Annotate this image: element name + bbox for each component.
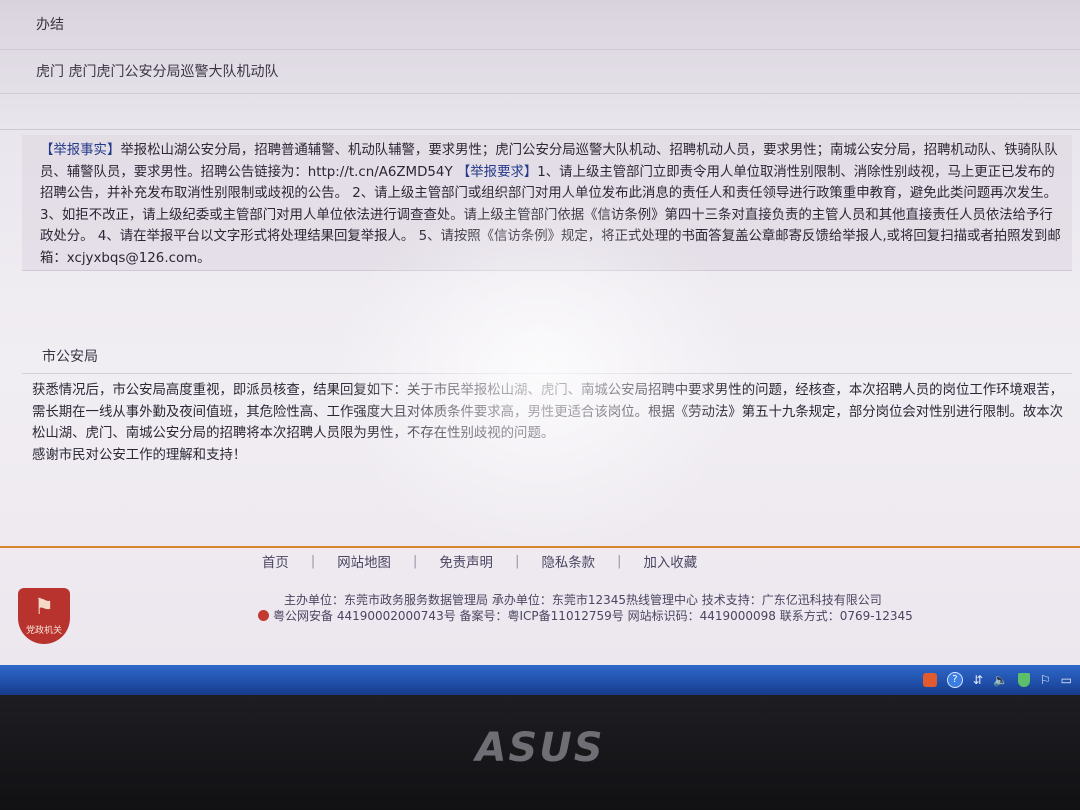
footer-info-sponsor: 主办单位：东莞市政务服务数据管理局 承办单位：东莞市12345热线管理中心 技术… — [284, 593, 882, 607]
laptop-brand-logo: ASUS — [475, 725, 605, 771]
volume-icon[interactable]: 🔈 — [993, 673, 1008, 687]
reply-thanks: 感谢市民对公安工作的理解和支持！ — [32, 447, 247, 463]
department-row: 虎门 虎门虎门公安分局巡警大队机动队 — [0, 50, 1080, 94]
windows-taskbar: ? ⇵ 🔈 ⚐ ▭ — [0, 665, 1080, 695]
system-tray: ? ⇵ 🔈 ⚐ ▭ — [922, 665, 1072, 695]
footer-link-favorite[interactable]: 加入收藏 — [622, 551, 720, 571]
flag-icon[interactable]: ⚐ — [1040, 673, 1051, 687]
network-icon[interactable]: ⇵ — [973, 673, 983, 687]
battery-icon[interactable]: ▭ — [1061, 673, 1072, 687]
report-facts-tag: 【举报事实】 — [40, 143, 121, 158]
footer-link-home[interactable]: 首页 — [240, 551, 311, 571]
footer-link-disclaimer[interactable]: 免责声明 — [417, 551, 515, 571]
footer-info: 主办单位：东莞市政务服务数据管理局 承办单位：东莞市12345热线管理中心 技术… — [258, 592, 978, 624]
department-text: 虎门 虎门虎门公安分局巡警大队机动队 — [36, 64, 279, 80]
emblem-glyph: ⚑ — [34, 595, 54, 620]
report-requests-tag: 【举报要求】 — [456, 164, 538, 180]
footer-link-privacy[interactable]: 隐私条款 — [519, 551, 617, 571]
security-shield-icon[interactable] — [1017, 673, 1030, 687]
handling-unit-text: 办结 — [36, 17, 64, 33]
report-content: 【举报事实】举报松山湖公安分局，招聘普通辅警、机动队辅警，要求男性；虎门公安分局… — [22, 135, 1072, 271]
blank-row — [0, 94, 1080, 130]
reply-content: 获悉情况后，市公安局高度重视，即派员核查，结果回复如下：关于市民举报松山湖、虎门… — [22, 378, 1072, 466]
footer-link-sitemap[interactable]: 网站地图 — [315, 551, 413, 571]
reply-department: 市公安局 — [22, 340, 1072, 374]
reply-text: 获悉情况后，市公安局高度重视，即派员核查，结果回复如下：关于市民举报松山湖、虎门… — [32, 383, 1064, 441]
handling-unit-row: 办结 — [0, 0, 1080, 50]
input-method-icon[interactable] — [922, 673, 937, 687]
reply-department-name: 市公安局 — [42, 349, 98, 365]
footer-info-record: 粤公网安备 44190002000743号 备案号：粤ICP备11012759号… — [273, 609, 913, 623]
emblem-label: 党政机关 — [25, 626, 62, 636]
police-badge-icon — [258, 610, 269, 621]
footer-info-record-row: 粤公网安备 44190002000743号 备案号：粤ICP备11012759号… — [258, 608, 978, 624]
browser-viewport: 办结 虎门 虎门虎门公安分局巡警大队机动队 【举报事实】举报松山湖公安分局，招聘… — [0, 0, 1080, 665]
footer-nav: 首页 | 网站地图 | 免责声明 | 隐私条款 | 加入收藏 — [240, 548, 940, 574]
government-emblem-icon[interactable]: ⚑ 党政机关 — [18, 588, 70, 644]
help-icon[interactable]: ? — [946, 672, 963, 688]
